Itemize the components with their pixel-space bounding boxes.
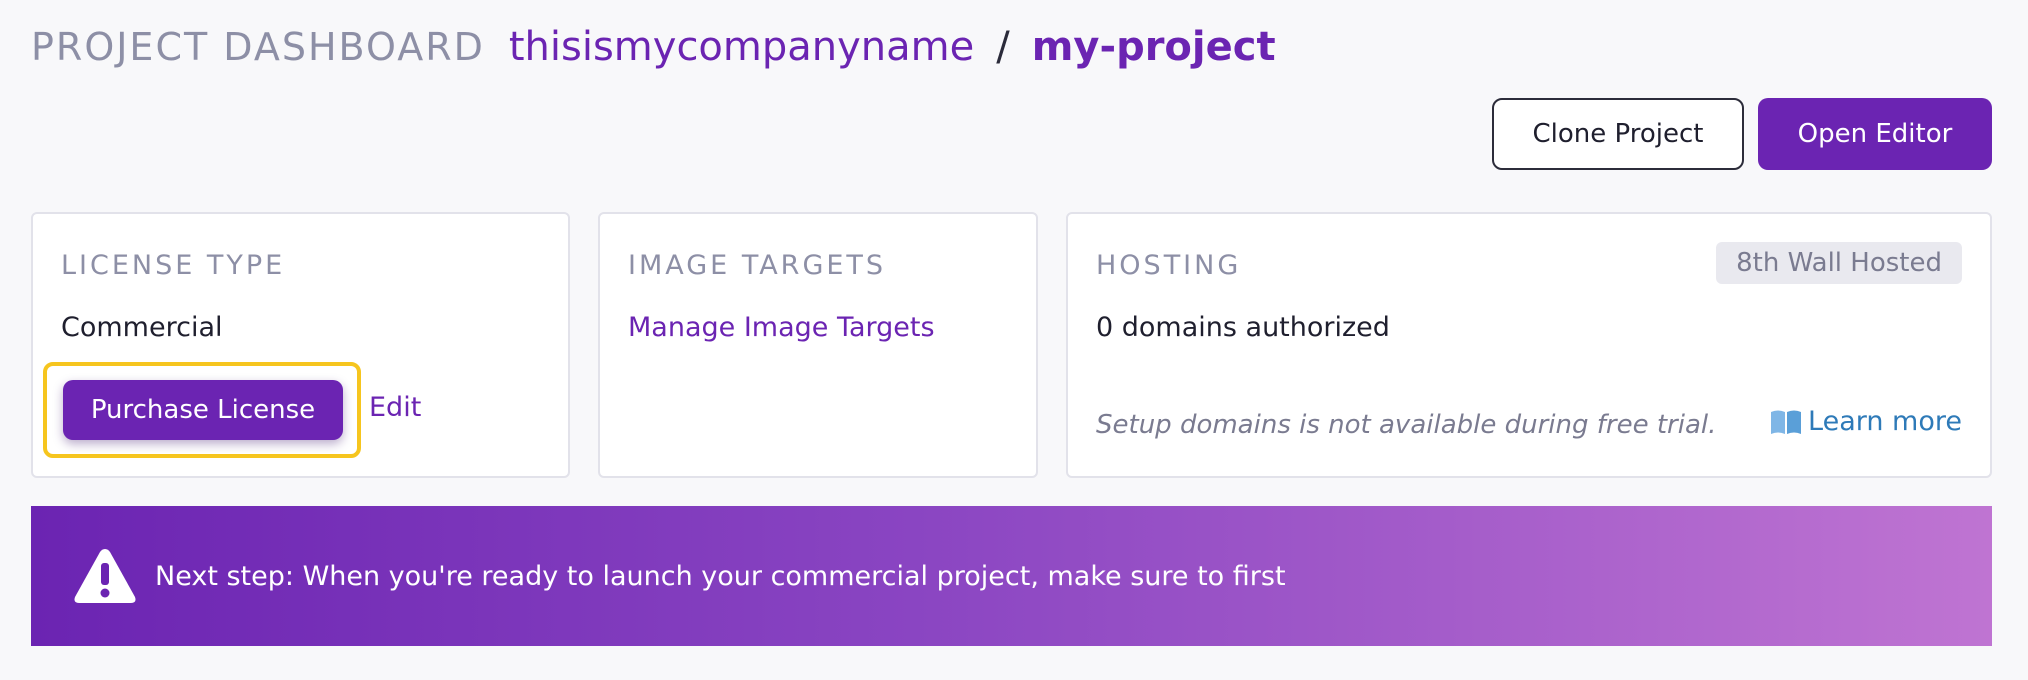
breadcrumb-project[interactable]: my-project [1032, 24, 1276, 70]
warning-icon [73, 547, 137, 605]
purchase-license-button[interactable]: Purchase License [63, 380, 343, 440]
page-section-title: PROJECT DASHBOARD [31, 25, 485, 69]
domains-authorized-text: 0 domains authorized [1096, 312, 1390, 343]
image-targets-title: IMAGE TARGETS [628, 250, 887, 281]
image-targets-card: IMAGE TARGETS Manage Image Targets [598, 212, 1038, 478]
next-step-banner: Next step: When you're ready to launch y… [31, 506, 1992, 646]
free-trial-note: Setup domains is not available during fr… [1096, 410, 1717, 440]
license-type-card: LICENSE TYPE Commercial Purchase License… [31, 212, 570, 478]
breadcrumb-separator: / [996, 24, 1010, 70]
breadcrumb-company[interactable]: thisismycompanyname [509, 24, 974, 70]
clone-project-button[interactable]: Clone Project [1492, 98, 1744, 170]
next-step-message: Next step: When you're ready to launch y… [155, 560, 1286, 592]
license-type-value: Commercial [61, 312, 223, 343]
edit-license-link[interactable]: Edit [369, 392, 421, 423]
hosting-card: HOSTING 8th Wall Hosted 0 domains author… [1066, 212, 1992, 478]
learn-more-label: Learn more [1808, 406, 1962, 437]
manage-image-targets-link[interactable]: Manage Image Targets [628, 312, 935, 343]
learn-more-link[interactable]: Learn more [1770, 406, 1962, 437]
open-editor-button[interactable]: Open Editor [1758, 98, 1992, 170]
hosting-status-badge: 8th Wall Hosted [1716, 242, 1962, 284]
page-header: PROJECT DASHBOARD thisismycompanyname / … [31, 24, 1276, 70]
license-type-title: LICENSE TYPE [61, 250, 286, 281]
hosting-title: HOSTING [1096, 250, 1242, 281]
book-icon [1770, 409, 1802, 435]
